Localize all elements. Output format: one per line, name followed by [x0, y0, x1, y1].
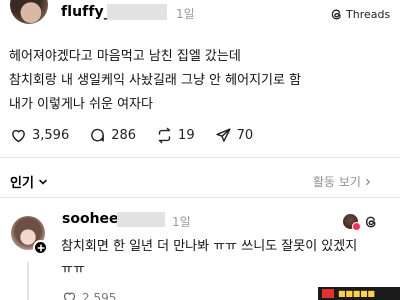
watermark-sticker: ■■■■■	[318, 287, 400, 300]
like-button[interactable]: 3,596	[10, 127, 69, 144]
share-button[interactable]: 70	[215, 127, 254, 144]
send-icon	[216, 127, 231, 142]
threads-label: Threads	[346, 7, 391, 21]
sticker-text: ■■■■■	[338, 289, 375, 298]
reply-like-count: 2,595	[82, 290, 117, 300]
sort-label: 인기	[10, 176, 34, 191]
like-count: 3,596	[32, 127, 70, 143]
username-redaction	[117, 212, 165, 227]
sort-dropdown[interactable]: 인기	[10, 172, 48, 191]
threads-badge: Threads	[330, 5, 390, 23]
plus-icon	[36, 243, 45, 252]
reply-time: 1일	[172, 215, 191, 229]
threads-logo-icon	[331, 9, 341, 19]
activity-label: 활동 보기	[313, 175, 361, 189]
replies-sort-row: 인기 활동 보기	[0, 170, 400, 191]
threads-logo-icon[interactable]	[364, 215, 378, 229]
heart-icon	[12, 129, 25, 142]
post-text-line: 내가 이렇게나 쉬운 여자다	[9, 97, 153, 112]
reply-action-row: 2,595	[62, 290, 116, 300]
chevron-right-icon	[366, 178, 371, 185]
view-activity-link[interactable]: 활동 보기	[313, 173, 372, 190]
reply-username[interactable]: soohee	[62, 211, 119, 227]
share-count: 70	[236, 127, 254, 143]
repost-count: 19	[178, 127, 195, 143]
follow-button[interactable]	[33, 240, 48, 255]
author-avatar[interactable]	[10, 0, 48, 24]
post-body: 헤어져야겠다고 마음먹고 남친 집엘 갔는데 참치회랑 내 생일케익 사놨길래 …	[9, 45, 389, 117]
post-action-row: 3,596 286 19 70	[10, 126, 273, 144]
post-text-line: 헤어져야겠다고 마음먹고 남친 집엘 갔는데	[9, 49, 241, 64]
heart-icon[interactable]	[62, 290, 77, 300]
username-redaction	[107, 4, 167, 20]
repost-icon	[158, 127, 171, 143]
divider	[0, 157, 400, 158]
author-liked-indicator	[343, 214, 361, 231]
comment-icon	[91, 128, 105, 142]
reply-text-line: ㅠㅠ	[61, 262, 85, 277]
repost-button[interactable]: 19	[156, 127, 195, 144]
heart-badge-icon	[352, 222, 361, 231]
author-username[interactable]: fluffy_	[61, 4, 111, 20]
sticker-mark	[322, 289, 334, 298]
chevron-down-icon	[39, 179, 47, 185]
thread-connector-line	[27, 262, 29, 300]
post-header: fluffy_ 1일 Threads	[0, 0, 400, 32]
comment-button[interactable]: 286	[89, 127, 136, 144]
post-text-line: 참치회랑 내 생일케익 사놨길래 그냥 안 헤어지기로 함	[9, 73, 302, 88]
divider	[0, 197, 400, 198]
reply-text-line: 참치회면 한 일년 더 만나봐 ㅠㅠ 쓰니도 잘못이 있겠지	[61, 239, 358, 254]
reply-header-actions	[343, 214, 378, 231]
comment-count: 286	[111, 127, 137, 143]
post-time: 1일	[176, 7, 195, 21]
